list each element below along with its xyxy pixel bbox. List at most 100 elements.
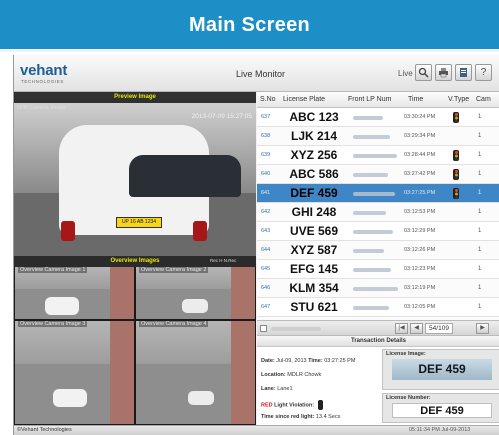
row-license-plate: XYZ 256 [290,148,338,162]
row-sno: 637 [261,114,271,120]
prev-page-icon: ◀ [414,325,419,331]
row-time: 03:12:23 PM [404,266,436,272]
top-toolbar: vehant TECHNOLOGIES Live Monitor Live ? [14,55,499,92]
car-number-plate: UP 16 AB 1234 [116,217,162,228]
lpr-camera-image[interactable]: UP 16 AB 1234 LPR Camera Image Rec H N.R… [14,103,256,256]
app-title: Live Monitor [236,69,286,79]
copyright-text: ©Vehant Technologies [17,427,72,433]
row-cam: 1 [478,209,482,215]
help-button[interactable]: ? [475,64,492,81]
row-cam: 1 [478,114,482,120]
traffic-light-icon [317,400,323,410]
row-cam: 1 [478,247,482,253]
row-time: 03:12:05 PM [404,304,436,310]
logo-text: vehant [20,62,68,79]
overview-camera-3[interactable]: Overview Camera Image 3 [15,321,134,424]
filter-checkbox[interactable] [260,325,267,332]
row-cam: 1 [478,285,482,291]
next-page-button[interactable]: ▶ [476,323,489,334]
magnifier-icon [418,67,429,78]
table-row[interactable]: 637 ABC 123 03:30:24 PM 1 [257,108,499,127]
detections-table: S.No License Plate Front LP Num Time V.T… [257,92,499,336]
table-row[interactable]: 643 UVE 569 03:12:29 PM 1 [257,222,499,241]
row-sno: 642 [261,209,271,215]
traffic-light-icon [453,188,459,199]
row-time: 03:12:29 PM [404,228,436,234]
row-cam: 1 [478,190,482,196]
screen-banner: Main Screen [0,0,499,52]
row-sno: 641 [261,190,271,196]
row-sno: 644 [261,247,271,253]
col-header-vtype[interactable]: V.Type [448,92,469,108]
traffic-light-icon [453,112,459,123]
print-button[interactable] [435,64,452,81]
transaction-time: 03:27:25 PM [324,358,356,364]
row-time: 03:12:53 PM [404,209,436,215]
row-time: 03:27:25 PM [404,190,436,196]
time-since-red-line: Time since red light: 13.4 Secs [261,414,341,420]
first-page-button[interactable]: |◀ [395,323,408,334]
table-row[interactable]: 647 STU 621 03:12:05 PM 1 [257,298,499,317]
col-header-cam[interactable]: Cam [476,92,491,108]
row-sno: 639 [261,152,271,158]
transaction-date-line: Date: Jul-09, 2013 Time: 03:27:25 PM [261,358,356,364]
table-row[interactable]: 638 LJK 214 03:29:34 PM 1 [257,127,499,146]
preview-image-header: Preview Image [14,92,256,103]
overview-camera-label: Overview Camera Image 4 [139,321,209,327]
overview-car [53,389,87,407]
license-number-field[interactable]: DEF 459 [392,403,492,418]
overview-camera-1[interactable]: Overview Camera Image 1 [15,267,134,319]
col-header-time[interactable]: Time [408,92,423,108]
row-cam: 1 [478,228,482,234]
row-front-lp-redacted [353,249,384,253]
camera-viewer: Preview Image UP 16 AB 1234 LPR Camera I… [14,92,256,425]
search-button[interactable] [415,64,432,81]
row-front-lp-redacted [353,135,390,139]
col-header-sno[interactable]: S.No [260,92,276,108]
table-row[interactable]: 642 GHI 248 03:12:53 PM 1 [257,203,499,222]
row-time: 03:27:42 PM [404,171,436,177]
overview-camera-4[interactable]: Overview Camera Image 4 [136,321,255,424]
row-time: 03:28:44 PM [404,152,436,158]
transaction-lane: Lane1 [277,386,293,392]
row-time: 03:12:26 PM [404,247,436,253]
table-row[interactable]: 641 DEF 459 03:27:25 PM 1 [257,184,499,203]
time-since-red: 13.4 Secs [315,414,341,420]
transaction-date: Jul-09, 2013 [276,358,307,364]
overview-car [188,391,214,405]
table-row[interactable]: 639 XYZ 256 03:28:44 PM 1 [257,146,499,165]
row-license-plate: KLM 354 [289,281,339,295]
prev-page-button[interactable]: ◀ [410,323,423,334]
row-front-lp-redacted [353,154,397,158]
col-header-plate[interactable]: License Plate [283,92,325,108]
first-page-icon: |◀ [398,325,405,331]
status-bar: ©Vehant Technologies 05:11:34 PM Jul-09-… [14,425,499,435]
table-row[interactable]: 640 ABC 586 03:27:42 PM 1 [257,165,499,184]
row-license-plate: XYZ 587 [290,243,338,257]
row-time: 03:29:34 PM [404,133,436,139]
row-front-lp-redacted [353,116,383,120]
table-row[interactable]: 644 XYZ 587 03:12:26 PM 1 [257,241,499,260]
license-image-box: License Image: DEF 459 [382,349,499,390]
table-row[interactable]: 645 EFG 145 03:12:23 PM 1 [257,260,499,279]
row-cam: 1 [478,133,482,139]
row-cam: 1 [478,171,482,177]
row-license-plate: DEF 459 [290,186,338,200]
violation-red-label: RED [261,402,273,409]
overview-recording-indicator: Rec H N.Rec [210,258,237,263]
banner-title: Main Screen [188,14,311,36]
row-cam: 1 [478,152,482,158]
col-header-front-lp[interactable]: Front LP Num [348,92,391,108]
overview-camera-2[interactable]: Overview Camera Image 2 [136,267,255,319]
overview-car [182,299,208,313]
row-sno: 638 [261,133,271,139]
row-license-plate: GHI 248 [291,205,337,219]
row-sno: 645 [261,266,271,272]
overview-camera-label: Overview Camera Image 2 [139,267,209,273]
row-license-plate: ABC 123 [289,110,339,124]
row-license-plate: LJK 214 [290,129,338,143]
table-row[interactable]: 646 KLM 354 03:12:19 PM 1 [257,279,499,298]
license-plate-image[interactable]: DEF 459 [392,359,492,380]
camera-timestamp: 2013-07-09 15:27:05 [191,113,252,120]
export-button[interactable] [455,64,472,81]
